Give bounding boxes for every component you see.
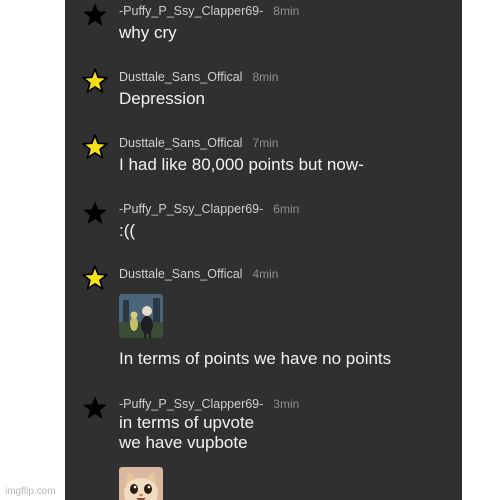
comment-header: Dusttale_Sans_Offical 4min <box>119 267 278 281</box>
comment-text: Depression <box>119 89 205 108</box>
star-badge-icon <box>83 3 107 26</box>
star-badge-icon <box>83 201 107 224</box>
star-badge-icon <box>82 265 108 290</box>
comment-timestamp: 3min <box>273 397 300 411</box>
comment-timestamp: 8min <box>252 70 279 84</box>
comment-timestamp: 6min <box>273 202 300 216</box>
comment-timestamp: 8min <box>273 4 300 18</box>
comment-timestamp: 4min <box>252 267 279 281</box>
username-link[interactable]: Dusttale_Sans_Offical <box>119 267 242 281</box>
comment-text: In terms of points we have no points <box>119 349 392 368</box>
comment-text: :(( <box>119 221 136 240</box>
cat-meme-image[interactable] <box>119 467 163 500</box>
comment-header: -Puffy_P_Ssy_Clapper69- 6min <box>119 202 299 216</box>
comment-header: -Puffy_P_Ssy_Clapper69- 3min <box>119 397 299 411</box>
username-link[interactable]: -Puffy_P_Ssy_Clapper69- <box>119 202 263 216</box>
gru-meme-image[interactable] <box>119 294 163 338</box>
username-link[interactable]: -Puffy_P_Ssy_Clapper69- <box>119 4 263 18</box>
comment-header: -Puffy_P_Ssy_Clapper69- 8min <box>119 4 299 18</box>
watermark: imgflip.com <box>5 486 56 497</box>
comment-text: in terms of upvote we have vupbote <box>119 413 255 452</box>
comment-header: Dusttale_Sans_Offical 8min <box>119 70 278 84</box>
star-badge-icon <box>83 396 107 419</box>
comment-header: Dusttale_Sans_Offical 7min <box>119 136 278 150</box>
username-link[interactable]: Dusttale_Sans_Offical <box>119 136 242 150</box>
username-link[interactable]: -Puffy_P_Ssy_Clapper69- <box>119 397 263 411</box>
star-badge-icon <box>82 68 108 93</box>
comment-thread: -Puffy_P_Ssy_Clapper69- 8min why cry Dust… <box>65 0 462 500</box>
star-badge-icon <box>82 134 108 159</box>
comment-timestamp: 7min <box>252 136 279 150</box>
comment-text: I had like 80,000 points but now- <box>119 155 364 174</box>
comment-text: why cry <box>119 23 177 42</box>
username-link[interactable]: Dusttale_Sans_Offical <box>119 70 242 84</box>
